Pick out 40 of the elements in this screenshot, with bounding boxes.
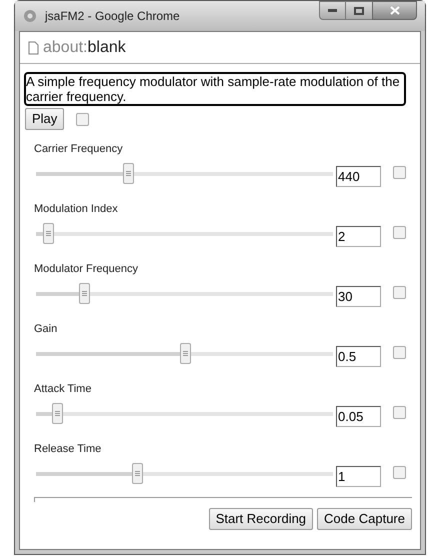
checkbox[interactable] [393,406,406,419]
value-field[interactable]: 1 [336,466,381,487]
slider-thumb[interactable] [180,343,190,364]
minimize-icon [328,9,337,12]
slider-thumb[interactable] [42,223,54,244]
checkbox[interactable] [393,166,406,179]
browser-logo-icon [23,9,37,23]
maximize-button[interactable] [346,1,372,20]
control-label: Attack Time [34,382,92,396]
slider-thumb[interactable] [78,283,90,304]
slider-thumb[interactable] [52,403,63,424]
slider-thumb[interactable] [132,463,143,484]
checkbox[interactable] [393,226,406,239]
close-icon [390,6,400,15]
control-label: Release Time [34,442,102,456]
action-button[interactable]: Start Recording [208,508,314,530]
checkbox[interactable] [393,286,406,299]
value-field[interactable]: 0.5 [336,346,381,367]
control-label: Modulation Index [34,202,119,216]
control-label: Carrier Frequency [34,142,124,156]
value-field[interactable]: 440 [336,166,381,187]
checkbox[interactable] [393,346,406,359]
description-text: A simple frequency modulator with sample-rate modulation of the carrier frequency. [24,72,406,106]
action-button[interactable]: Code Capture [317,508,412,530]
minimize-button[interactable] [319,1,346,20]
url-text: about:blank [43,38,126,58]
slider-thumb[interactable] [123,163,134,184]
play-button[interactable]: Play [25,108,64,130]
value-field[interactable]: 2 [336,226,381,247]
window-title: jsaFM2 - Google Chrome [45,8,180,25]
address-bar[interactable]: about:blank [20,32,420,64]
value-field[interactable]: 0.05 [336,406,381,427]
checkbox[interactable] [393,466,406,479]
maximize-icon [354,6,364,14]
close-button[interactable] [372,1,417,20]
value-field[interactable]: 30 [336,286,381,307]
control-label: Gain [34,322,58,336]
page-icon [28,40,39,54]
checkbox[interactable] [76,112,90,126]
control-label: Modulator Frequency [34,262,139,276]
